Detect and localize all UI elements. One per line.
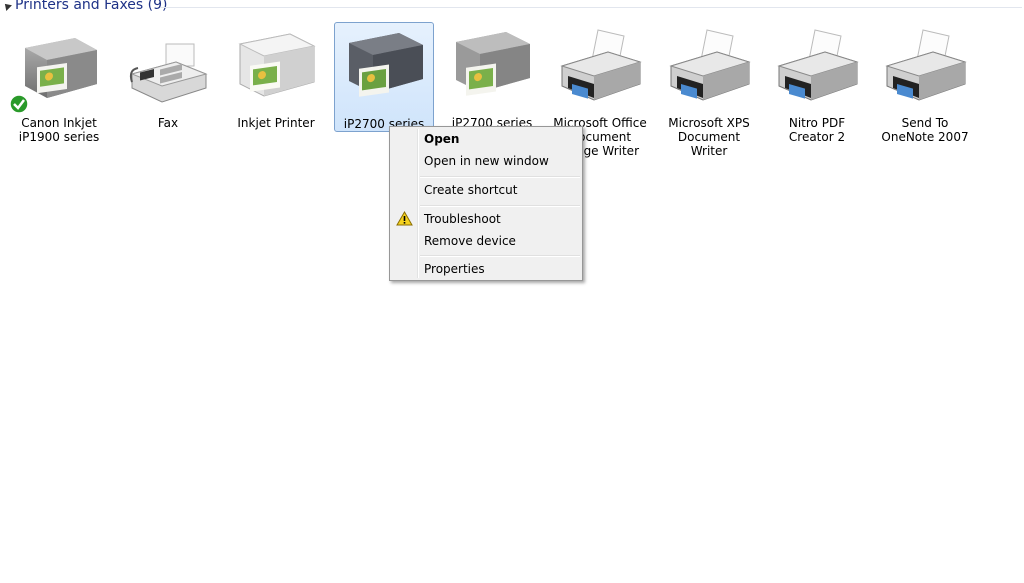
printer-icon — [885, 29, 967, 101]
device-label: Send To OneNote 2007 — [881, 116, 969, 144]
menu-item-troubleshoot[interactable]: Troubleshoot — [392, 208, 580, 230]
context-menu: Open Open in new window Create shortcut … — [389, 126, 583, 281]
collapse-arrow-icon[interactable] — [2, 1, 12, 11]
printer-icon — [349, 33, 423, 97]
device-label: Nitro PDF Creator 2 — [788, 116, 846, 144]
printer-icon — [25, 38, 97, 98]
menu-item-properties[interactable]: Properties — [392, 258, 580, 280]
device-office-image-writer[interactable]: Microsoft Office Document Image Writer — [550, 22, 650, 158]
menu-item-remove-device[interactable]: Remove device — [392, 230, 580, 252]
device-label: Fax — [157, 116, 179, 130]
device-label: Inkjet Printer — [237, 116, 315, 130]
device-ip2700[interactable]: iP2700 series — [442, 22, 542, 132]
menu-item-create-shortcut[interactable]: Create shortcut — [392, 179, 580, 201]
menu-item-open[interactable]: Open — [392, 128, 580, 150]
printer-icon — [560, 29, 642, 101]
device-canon-ip1900[interactable]: Canon Inkjet iP1900 series — [9, 22, 109, 144]
device-fax[interactable]: Fax — [118, 22, 218, 132]
device-xps-writer[interactable]: Microsoft XPS Document Writer — [659, 22, 759, 158]
group-divider — [160, 7, 1022, 8]
printer-icon — [669, 29, 751, 101]
printer-icon — [777, 29, 859, 101]
menu-item-open-new-window[interactable]: Open in new window — [392, 150, 580, 172]
device-label: Canon Inkjet iP1900 series — [18, 116, 100, 144]
menu-separator — [420, 255, 580, 257]
device-send-to-onenote[interactable]: Send To OneNote 2007 — [875, 22, 975, 144]
group-title: Printers and Faxes (9) — [15, 0, 168, 13]
empty-area — [0, 290, 1024, 583]
group-header[interactable]: Printers and Faxes (9) — [0, 0, 1024, 16]
default-checkmark-icon — [9, 94, 29, 114]
device-label: Microsoft XPS Document Writer — [668, 116, 750, 158]
device-inkjet-printer[interactable]: Inkjet Printer — [226, 22, 326, 132]
menu-separator — [420, 205, 580, 207]
device-nitro-pdf[interactable]: Nitro PDF Creator 2 — [767, 22, 867, 144]
printer-icon — [456, 32, 530, 96]
menu-item-label: Troubleshoot — [424, 212, 501, 226]
printer-icon — [238, 33, 316, 97]
warning-icon — [396, 211, 413, 226]
fax-icon — [129, 43, 208, 103]
menu-separator — [420, 176, 580, 178]
device-ip2700-selected[interactable]: iP2700 series — [334, 22, 434, 132]
